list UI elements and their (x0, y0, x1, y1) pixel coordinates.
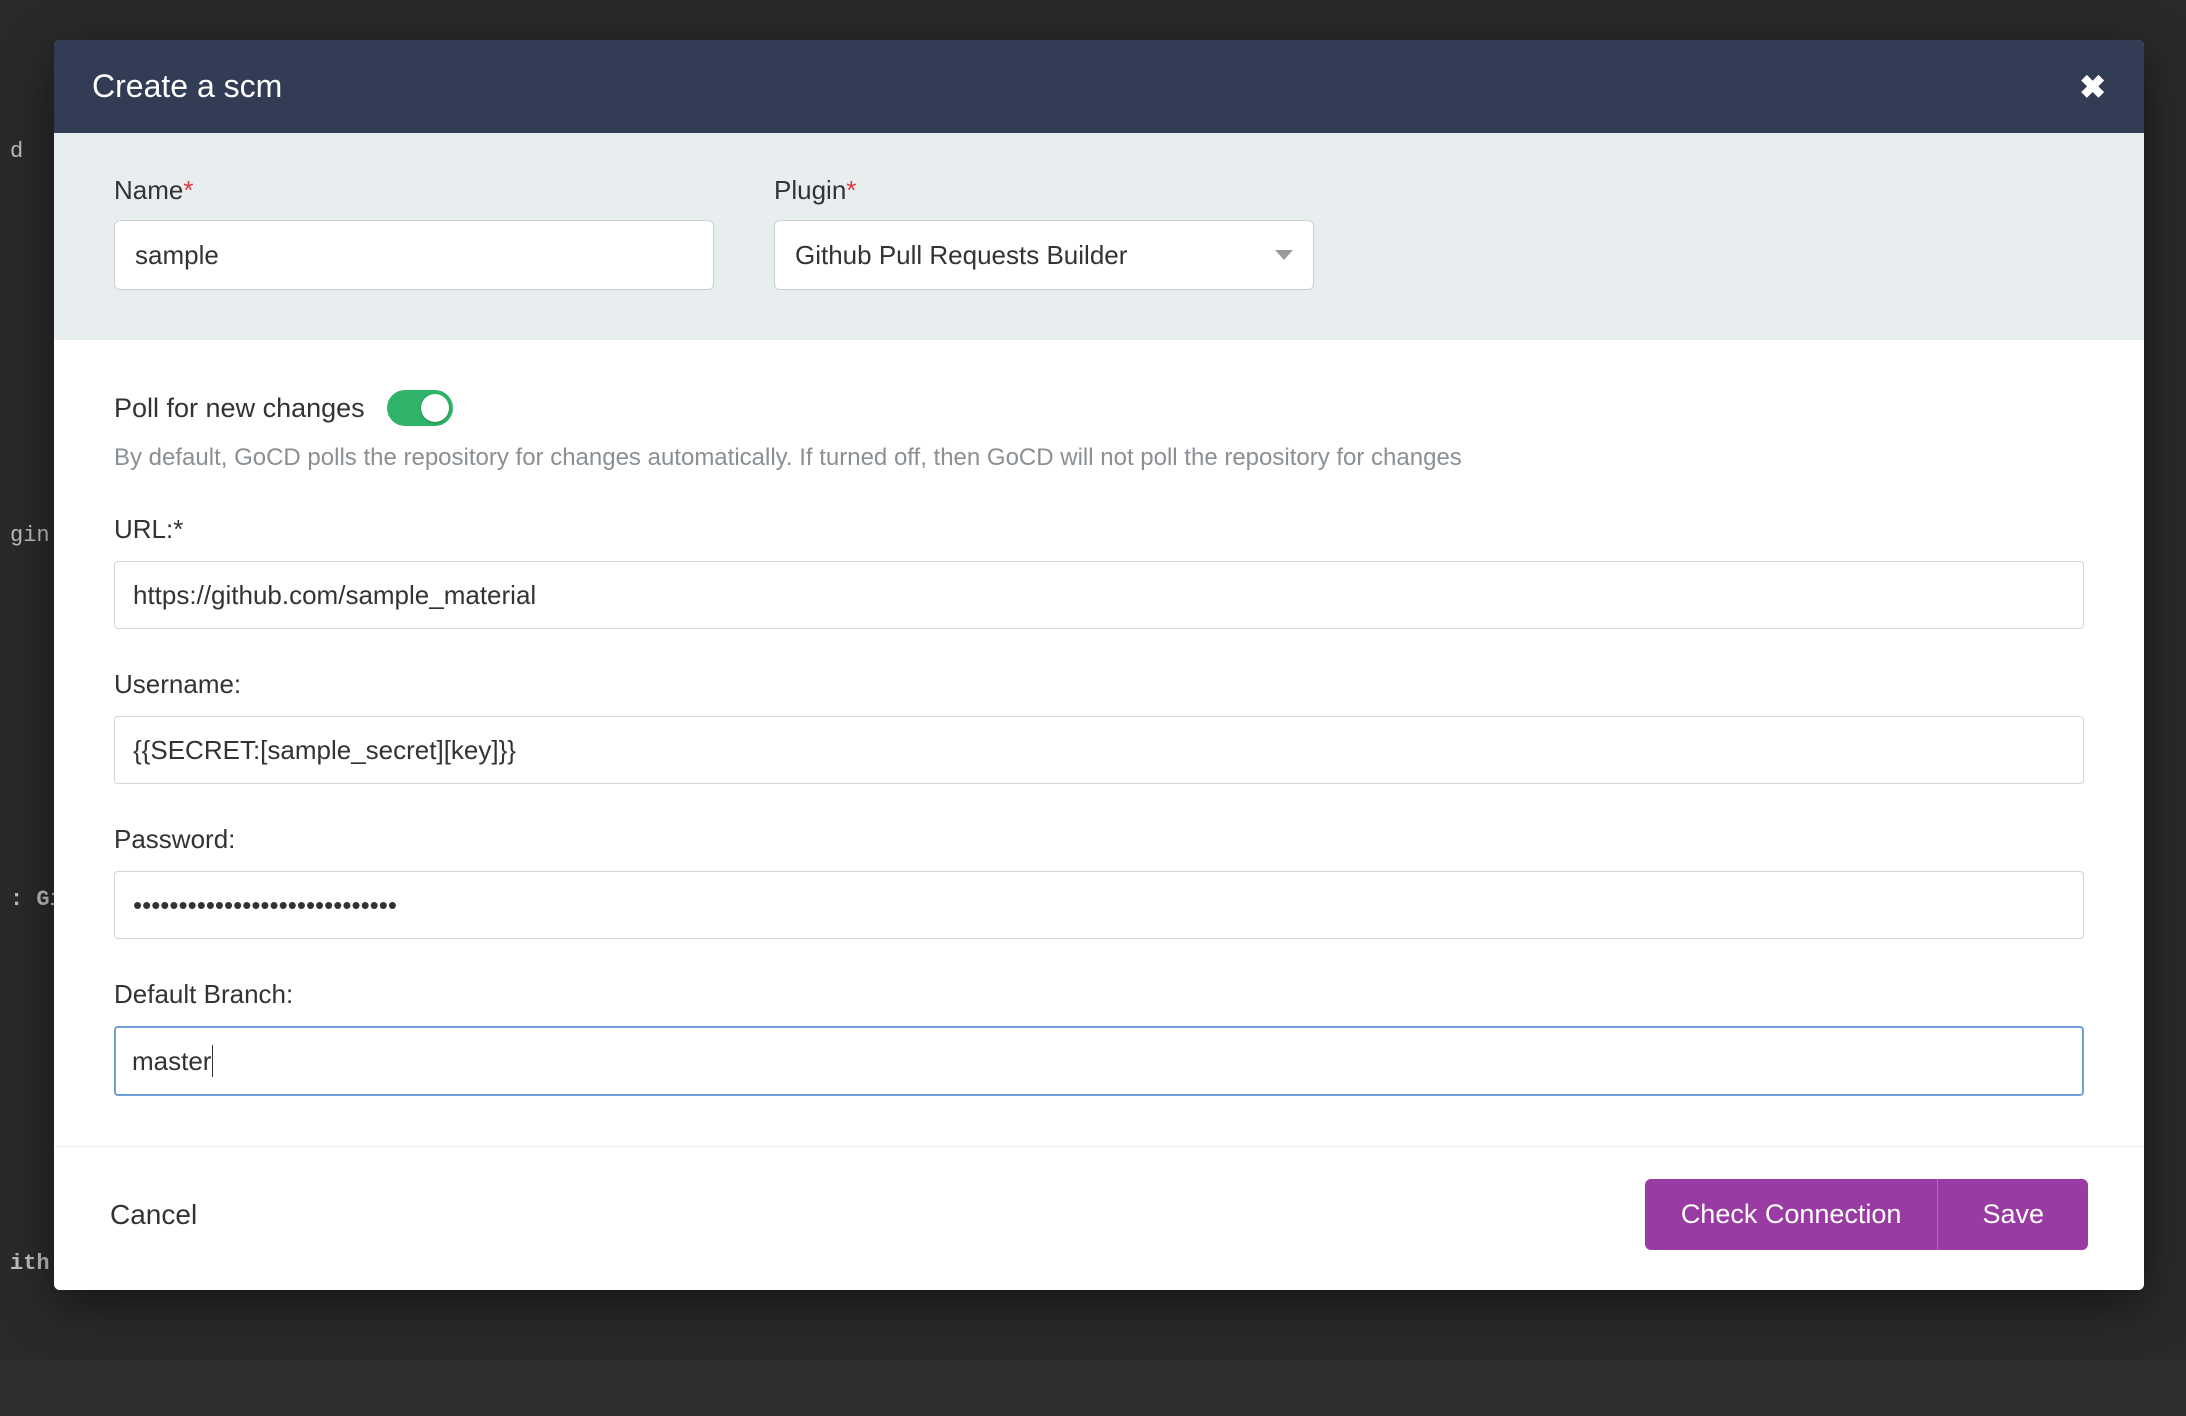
save-button[interactable]: Save (1938, 1179, 2088, 1250)
close-icon[interactable]: ✖ (2079, 71, 2106, 103)
url-input[interactable] (114, 561, 2084, 629)
cancel-button[interactable]: Cancel (110, 1199, 197, 1231)
username-label: Username: (114, 669, 2084, 700)
default-branch-value: master (132, 1046, 211, 1077)
default-branch-field-group: Default Branch: master (114, 979, 2084, 1096)
poll-label: Poll for new changes (114, 393, 365, 424)
footer-button-group: Check Connection Save (1645, 1179, 2088, 1250)
default-branch-label: Default Branch: (114, 979, 2084, 1010)
default-branch-input[interactable]: master (114, 1026, 2084, 1096)
modal-footer: Cancel Check Connection Save (54, 1146, 2144, 1290)
toggle-knob (421, 394, 449, 422)
text-cursor (212, 1045, 213, 1077)
plugin-label: Plugin* (774, 175, 1314, 206)
password-label: Password: (114, 824, 2084, 855)
chevron-down-icon (1275, 250, 1293, 260)
modal-body-section: Poll for new changes By default, GoCD po… (54, 340, 2144, 1146)
name-field-group: Name* (114, 175, 714, 290)
url-field-group: URL:* (114, 514, 2084, 629)
username-field-group: Username: (114, 669, 2084, 784)
password-field-group: Password: (114, 824, 2084, 939)
plugin-select[interactable]: Github Pull Requests Builder (774, 220, 1314, 290)
modal-top-section: Name* Plugin* Github Pull Requests Build… (54, 133, 2144, 340)
poll-toggle-row: Poll for new changes (114, 390, 2084, 426)
name-input[interactable] (114, 220, 714, 290)
poll-help-text: By default, GoCD polls the repository fo… (114, 444, 2084, 472)
poll-toggle[interactable] (387, 390, 453, 426)
check-connection-button[interactable]: Check Connection (1645, 1179, 1939, 1250)
plugin-selected-value: Github Pull Requests Builder (795, 240, 1127, 271)
app-viewport: d : gin l : Gi ith Create a scm ✖ Name* … (0, 0, 2186, 1360)
create-scm-modal: Create a scm ✖ Name* Plugin* Github Pull… (54, 40, 2144, 1290)
username-input[interactable] (114, 716, 2084, 784)
plugin-field-group: Plugin* Github Pull Requests Builder (774, 175, 1314, 290)
password-input[interactable] (114, 871, 2084, 939)
name-label: Name* (114, 175, 714, 206)
url-label: URL:* (114, 514, 2084, 545)
modal-header: Create a scm ✖ (54, 40, 2144, 133)
modal-title: Create a scm (92, 68, 282, 105)
